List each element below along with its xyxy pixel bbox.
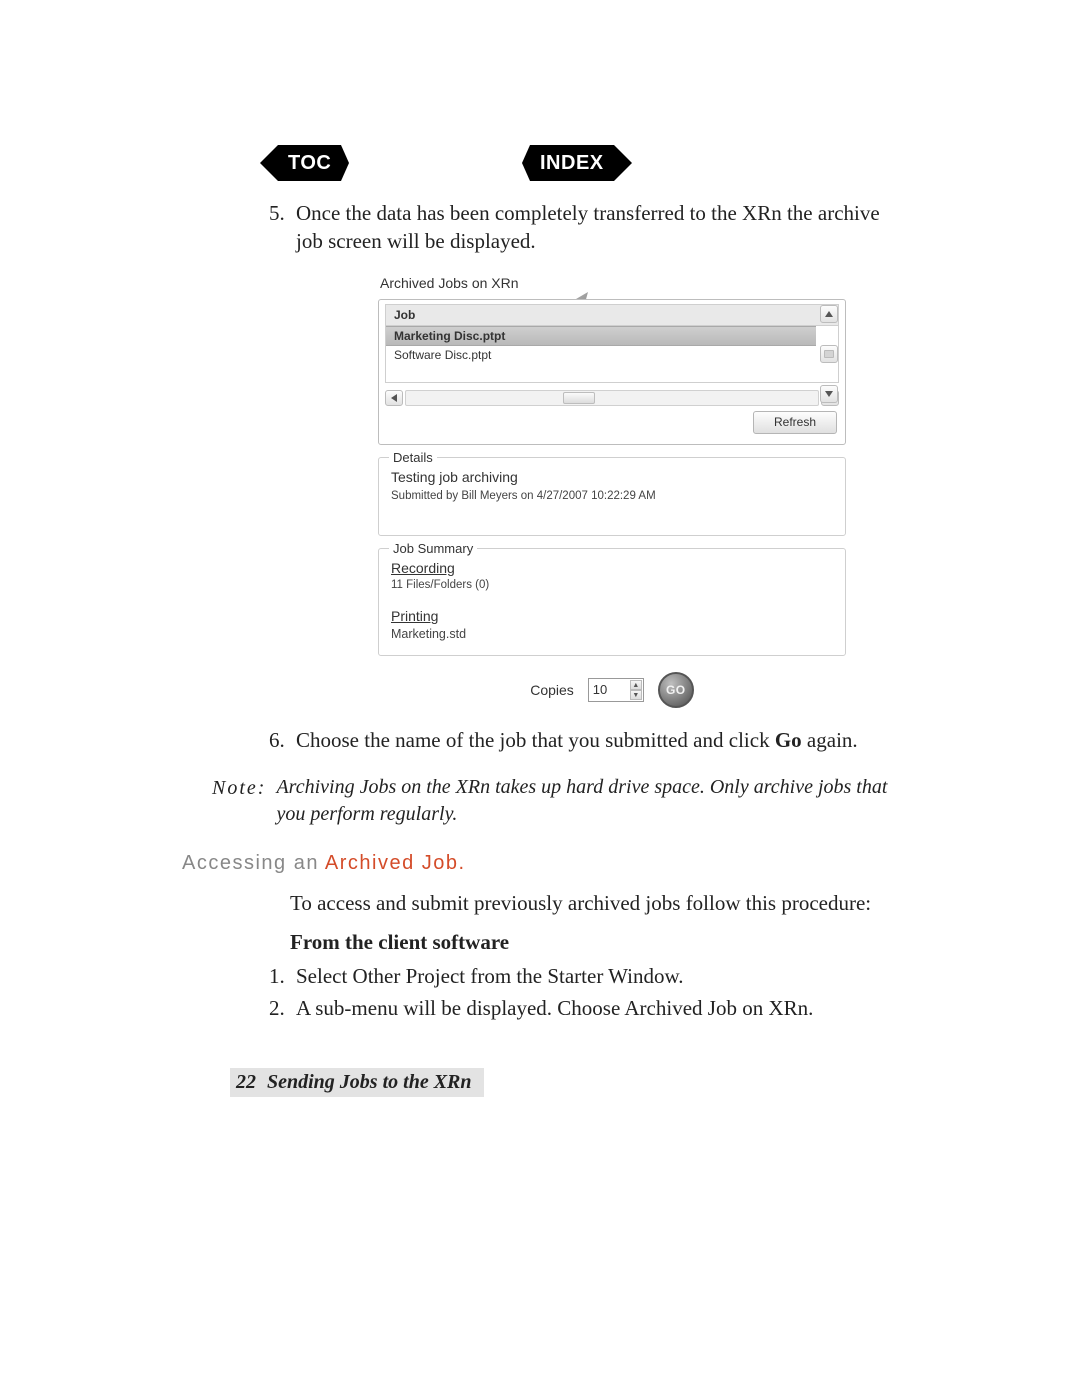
section-highlight: Archived Job [325,852,466,874]
spinner-down-icon[interactable]: ▼ [630,690,642,700]
job-list[interactable]: Marketing Disc.ptpt Software Disc.ptpt [385,326,839,384]
go-row: Copies 10 ▲ ▼ GO [378,672,846,708]
copies-value: 10 [593,681,607,699]
caret-up-icon [825,311,833,317]
section-pre: Accessing an [182,852,325,874]
step-b2: A sub-menu will be displayed. Choose Arc… [290,994,890,1022]
printing-sub: Marketing.std [391,626,833,643]
index-label: INDEX [540,152,604,175]
note-label: Note: [212,774,266,828]
footer-page-number: 22 [236,1071,256,1093]
arrow-right-icon [614,145,632,181]
note-row: Note: Archiving Jobs on the XRn takes up… [212,774,890,828]
arrow-left-icon [260,145,278,181]
step-5-text: Once the data has been completely transf… [296,201,880,253]
refresh-button[interactable]: Refresh [753,411,837,433]
subheading: From the client software [290,928,890,956]
list-item[interactable]: Marketing Disc.ptpt [386,326,816,346]
scroll-down-button[interactable] [820,385,838,403]
details-sub: Submitted by Bill Meyers on 4/27/2007 10… [391,489,833,505]
details-line: Testing job archiving [391,468,833,487]
panel-title: Archived Jobs on XRn [378,270,846,299]
steps-list-b: Select Other Project from the Starter Wi… [252,962,890,1023]
toc-button[interactable]: TOC [278,145,341,181]
list-item [386,364,816,382]
horizontal-scroll [385,389,839,407]
summary-legend: Job Summary [389,540,477,558]
copies-input[interactable]: 10 ▲ ▼ [588,678,644,702]
step-b1: Select Other Project from the Starter Wi… [290,962,890,990]
section-heading: Accessing an Archived Job [182,850,890,877]
step-6-bold: Go [775,728,802,752]
job-panel: Job Marketing Disc.ptpt Software Disc.pt… [378,299,846,445]
copies-label: Copies [530,681,574,700]
details-group: Details Testing job archiving Submitted … [378,457,846,536]
spinner-up-icon[interactable]: ▲ [630,680,642,690]
step-5: Once the data has been completely transf… [290,199,890,708]
recording-heading: Recording [391,559,833,578]
list-item[interactable]: Software Disc.ptpt [386,346,816,364]
scroll-left-button[interactable] [385,390,403,406]
archived-jobs-panel: Archived Jobs on XRn Job Marketing Disc.… [378,270,846,708]
step-6-pre: Choose the name of the job that you subm… [296,728,775,752]
job-column-header: Job [385,304,839,326]
index-button[interactable]: INDEX [530,145,614,181]
vertical-scroll [820,305,838,403]
note-body: Archiving Jobs on the XRn takes up hard … [276,774,890,828]
printing-heading: Printing [391,607,833,626]
toc-label: TOC [288,152,331,175]
step-6: Choose the name of the job that you subm… [290,726,890,754]
caret-down-icon [825,391,833,397]
step-6-post: again. [802,728,858,752]
access-intro: To access and submit previously archived… [290,889,890,917]
scroll-thumb[interactable] [820,345,838,363]
scroll-up-button[interactable] [820,305,838,323]
details-legend: Details [389,449,437,467]
footer-title: Sending Jobs to the XRn [267,1071,472,1093]
nav-band: TOC INDEX [230,145,890,187]
steps-list-a: Once the data has been completely transf… [252,199,890,754]
caret-left-icon [391,394,397,402]
page-footer: 22 Sending Jobs to the XRn [230,1068,484,1097]
copies-spinner[interactable]: ▲ ▼ [630,680,642,700]
recording-sub: 11 Files/Folders (0) [391,578,833,594]
go-button[interactable]: GO [658,672,694,708]
scroll-track[interactable] [405,390,819,406]
scroll-thumb-horizontal[interactable] [563,392,595,404]
job-summary-group: Job Summary Recording 11 Files/Folders (… [378,548,846,656]
